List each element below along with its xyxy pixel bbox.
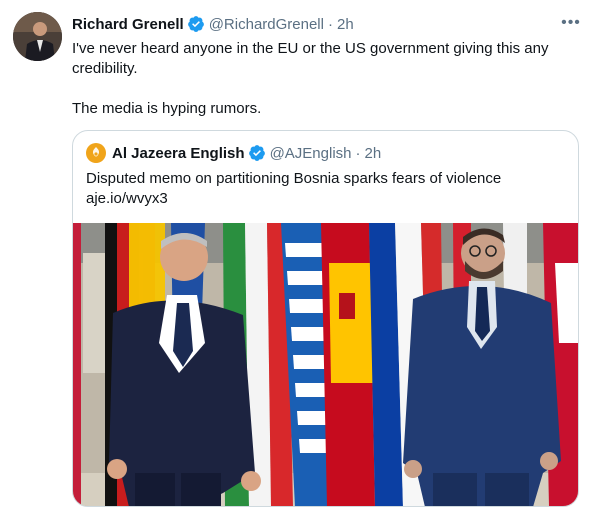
author-name[interactable]: Richard Grenell <box>72 16 184 33</box>
separator-dot: · <box>327 15 333 33</box>
verified-badge-icon <box>187 15 205 33</box>
tweet-text-line2: The media is hyping rumors. <box>72 100 262 117</box>
author-avatar[interactable] <box>13 12 62 61</box>
separator-dot: · <box>355 144 361 162</box>
quoted-tweet-link[interactable]: aje.io/wvyx3 <box>86 189 566 209</box>
quoted-tweet-headline: Disputed memo on partitioning Bosnia spa… <box>86 170 502 187</box>
tweet[interactable]: Richard Grenell @RichardGrenell · 2h •••… <box>0 0 593 511</box>
verified-badge-icon <box>248 144 266 162</box>
tweet-text-line1: I've never heard anyone in the EU or the… <box>72 40 549 77</box>
tweet-header: Richard Grenell @RichardGrenell · 2h <box>72 14 354 34</box>
quoted-tweet-text: Disputed memo on partitioning Bosnia spa… <box>86 169 566 209</box>
quoted-author-name[interactable]: Al Jazeera English <box>112 145 245 162</box>
quoted-tweet-time: 2h <box>364 144 382 162</box>
al-jazeera-logo-icon <box>86 143 106 163</box>
quoted-tweet[interactable]: Al Jazeera English @AJEnglish · 2h Dispu… <box>72 130 579 507</box>
tweet-text: I've never heard anyone in the EU or the… <box>72 39 572 119</box>
quoted-author-handle[interactable]: @AJEnglish <box>270 145 352 162</box>
tweet-time[interactable]: 2h <box>337 16 354 33</box>
quoted-tweet-photo[interactable] <box>73 223 578 506</box>
author-handle[interactable]: @RichardGrenell <box>209 16 324 33</box>
more-options-icon[interactable]: ••• <box>560 13 582 33</box>
quoted-tweet-header: Al Jazeera English @AJEnglish · 2h <box>86 143 381 163</box>
